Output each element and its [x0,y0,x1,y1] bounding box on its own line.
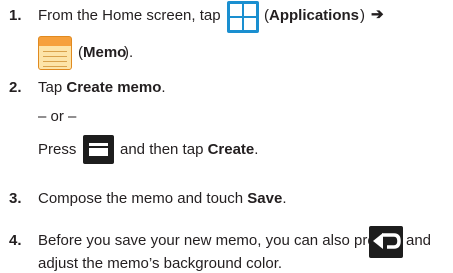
step-2-text: Tap Create memo. [38,79,166,96]
step-4-text-line-2: adjust the memo’s background color. [38,255,283,272]
step-4-text: Before you save your new memo, you can a… [38,232,391,249]
press-text: Press [38,141,77,158]
step-1-text: From the Home screen, tap [38,7,221,24]
step-3-text: Compose the memo and touch Save. [38,190,287,207]
step-number-2: 2. [9,79,22,96]
memo-label: Memo [83,44,127,61]
menu-icon [83,135,114,164]
step-number-1: 1. [9,7,22,24]
or-separator: – or – [38,108,77,125]
step-4-and: and [406,232,432,249]
step-1-close-paren: ) [360,7,365,24]
then-tap-text: and then tap Create. [120,141,259,158]
applications-label: Applications [269,7,360,24]
applications-icon [227,1,259,33]
step-1-close: ). [124,44,134,61]
back-icon [369,226,403,258]
arrow-icon: ➔ [371,6,384,23]
step-number-3: 3. [9,190,22,207]
step-number-4: 4. [9,232,22,249]
memo-icon [38,36,72,70]
